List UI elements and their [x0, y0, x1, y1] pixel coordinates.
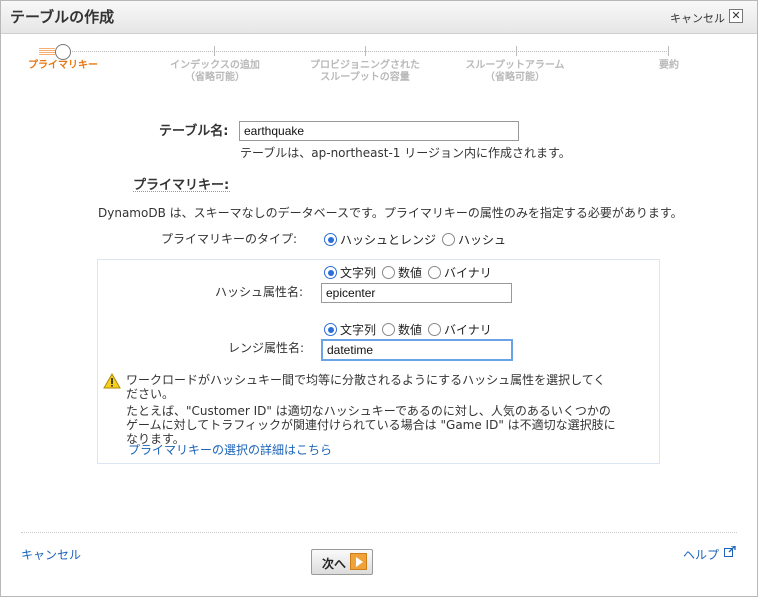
step-tick — [365, 46, 366, 56]
current-step-marker — [55, 44, 71, 60]
dialog-titlebar: テーブルの作成 キャンセル ✕ — [1, 1, 757, 34]
radio-unchecked-icon — [442, 233, 456, 246]
step-throughput-alarms: スループットアラーム （省略可能） — [465, 60, 565, 83]
step-tick — [668, 46, 669, 56]
table-name-input[interactable] — [239, 121, 519, 141]
hash-attr-label: ハッシュ属性名: — [215, 285, 304, 299]
create-table-dialog: テーブルの作成 キャンセル ✕ プライマリキー インデックスの追加 （省略可能） … — [0, 0, 758, 597]
primary-key-help-link[interactable]: プライマリキーの選択の詳細はこちら — [128, 441, 332, 458]
primary-key-type-group: ハッシュとレンジ ハッシュ — [324, 231, 506, 248]
primary-key-type-label: プライマリキーのタイプ: — [161, 232, 298, 246]
step-tick — [214, 46, 215, 56]
primary-key-divider — [133, 191, 230, 192]
step-primary-key: プライマリキー — [28, 60, 98, 71]
footer-cancel-link[interactable]: キャンセル — [21, 546, 81, 563]
radio-hash-and-range[interactable]: ハッシュとレンジ — [324, 231, 436, 248]
range-type-group: 文字列 数値 バイナリ — [324, 321, 492, 338]
next-button[interactable]: 次へ — [311, 549, 373, 575]
range-type-string[interactable]: 文字列 — [324, 321, 376, 338]
step-track — [63, 51, 669, 53]
warning-icon — [103, 373, 121, 389]
table-region-hint: テーブルは、ap-northeast-1 リージョン内に作成されます。 — [240, 146, 571, 160]
footer-divider — [21, 532, 737, 533]
external-link-icon — [723, 545, 736, 557]
radio-checked-icon — [324, 266, 337, 279]
header-cancel-link[interactable]: キャンセル — [670, 10, 725, 26]
primary-key-description: DynamoDB は、スキーマなしのデータベースです。プライマリキーの属性のみを… — [98, 206, 683, 220]
radio-hash[interactable]: ハッシュ — [442, 231, 506, 248]
range-type-number[interactable]: 数値 — [382, 321, 422, 338]
hash-type-string[interactable]: 文字列 — [324, 264, 376, 281]
arrow-right-icon — [350, 553, 367, 570]
step-add-indexes: インデックスの追加 （省略可能） — [170, 60, 260, 83]
radio-unchecked-icon — [382, 266, 396, 279]
hash-type-group: 文字列 数値 バイナリ — [324, 264, 492, 281]
range-attr-label: レンジ属性名: — [228, 341, 305, 355]
wizard-steps: プライマリキー インデックスの追加 （省略可能） プロビジョニングされた スループッ… — [1, 35, 757, 95]
progress-motion-icon — [39, 48, 55, 56]
table-name-label: テーブル名: — [159, 124, 229, 139]
radio-unchecked-icon — [428, 323, 442, 336]
range-type-binary[interactable]: バイナリ — [428, 321, 492, 338]
dialog-title: テーブルの作成 — [10, 8, 115, 26]
radio-checked-icon — [324, 323, 337, 336]
next-button-label: 次へ — [322, 557, 347, 571]
hash-attr-input[interactable] — [321, 283, 512, 303]
close-icon[interactable]: ✕ — [729, 9, 743, 23]
range-attr-input[interactable] — [321, 339, 513, 361]
step-provisioned-throughput: プロビジョニングされた スループットの容量 — [310, 60, 420, 83]
radio-unchecked-icon — [428, 266, 442, 279]
radio-unchecked-icon — [382, 323, 396, 336]
step-tick — [516, 46, 517, 56]
hash-type-binary[interactable]: バイナリ — [428, 264, 492, 281]
warning-message: ワークロードがハッシュキー間で均等に分散されるようにするハッシュ属性を選択してく… — [126, 373, 616, 446]
help-link[interactable]: ヘルプ — [683, 545, 736, 563]
radio-checked-icon — [324, 233, 337, 246]
hash-type-number[interactable]: 数値 — [382, 264, 422, 281]
step-summary: 要約 — [659, 60, 679, 71]
